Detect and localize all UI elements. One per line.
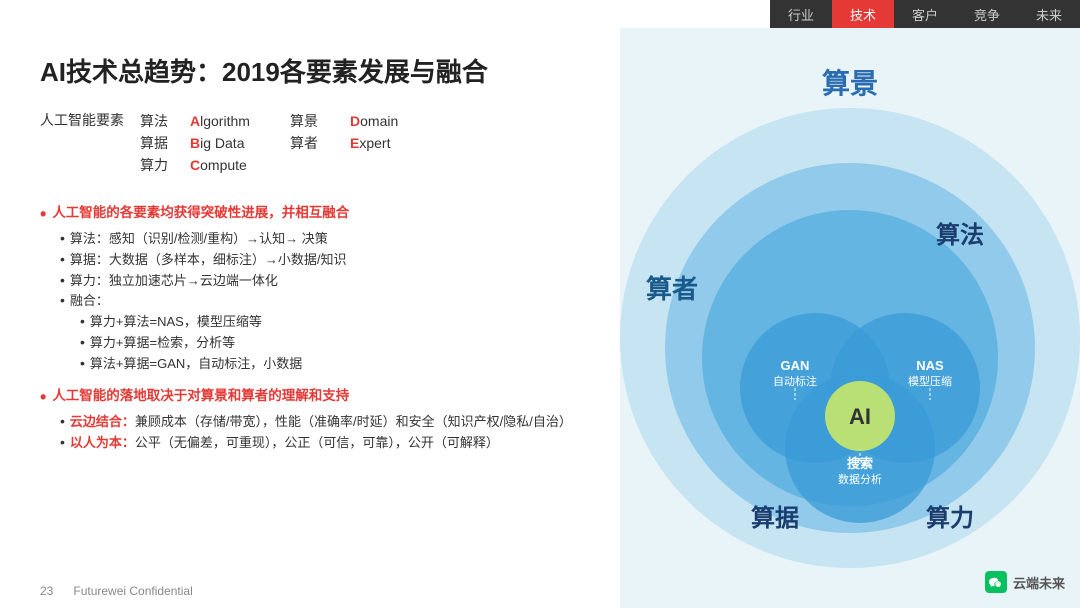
confidential-label: Futurewei Confidential (73, 584, 192, 598)
elem-en2-1: Domain (350, 113, 430, 129)
bullet-primary-1: 人工智能的各要素均获得突破性进展，并相互融合 (40, 202, 588, 227)
bullet-ter-1: 算力+算法=NAS，模型压缩等 (80, 312, 588, 333)
nav-item-future[interactable]: 未来 (1018, 0, 1080, 28)
svg-text:NAS: NAS (916, 358, 944, 373)
elem-zh-2: 算据 (140, 133, 190, 153)
svg-text:算力: 算力 (926, 504, 974, 532)
svg-text:GAN: GAN (781, 358, 810, 373)
diagram-container: 算景 算者 算法 AI GAN (620, 28, 1080, 608)
nav-item-customer[interactable]: 客户 (894, 0, 956, 28)
footer: 23 Futurewei Confidential (40, 584, 193, 598)
elem-zh-1: 算法 (140, 111, 190, 131)
bullet-ter-2: 算力+算据=检索，分析等 (80, 333, 588, 354)
watermark-text: 云端未来 (1013, 573, 1065, 592)
watermark: 云端未来 (985, 571, 1065, 593)
svg-text:算据: 算据 (751, 504, 799, 532)
bullet-ter-3: 算法+算据=GAN，自动标注，小数据 (80, 354, 588, 375)
nav-item-tech[interactable]: 技术 (832, 0, 894, 28)
content-section: 人工智能的各要素均获得突破性进展，并相互融合 算法：感知（识别/检测/重构）→认… (40, 194, 588, 588)
left-panel: AI技术总趋势：2019各要素发展与融合 人工智能要素 算法 Algorithm… (0, 28, 620, 608)
svg-text:数据分析: 数据分析 (838, 472, 882, 486)
nav-item-competition[interactable]: 竞争 (956, 0, 1018, 28)
svg-text:模型压缩: 模型压缩 (908, 374, 952, 388)
elem-zh2-1: 算景 (290, 111, 350, 131)
elements-label: 人工智能要素 (40, 110, 124, 176)
right-panel: 算景 算者 算法 AI GAN (620, 28, 1080, 608)
elem-en-2: Big Data (190, 135, 290, 151)
elements-table: 人工智能要素 算法 Algorithm 算景 Domain 算据 Big Dat… (40, 110, 588, 176)
svg-text:算景: 算景 (822, 67, 878, 99)
elements-grid: 算法 Algorithm 算景 Domain 算据 Big Data 算者 Ex… (140, 110, 430, 176)
bullet-primary-2: 人工智能的落地取决于对算景和算者的理解和支持 (40, 385, 588, 410)
top-navigation: 行业 技术 客户 竞争 未来 (770, 0, 1080, 28)
nav-item-industry[interactable]: 行业 (770, 0, 832, 28)
svg-text:自动标注: 自动标注 (773, 374, 817, 388)
svg-text:AI: AI (849, 404, 871, 429)
bullet-sec-1: 算法：感知（识别/检测/重构）→认知→ 决策 (60, 229, 588, 250)
bullet-sec-6: 以人为本：公平（无偏差，可重现），公正（可信，可靠），公开（可解释） (60, 433, 588, 454)
elem-en2-2: Expert (350, 135, 430, 151)
elem-zh2-2: 算者 (290, 133, 350, 153)
elem-zh-3: 算力 (140, 155, 190, 175)
svg-text:算法: 算法 (936, 221, 984, 249)
bullet-sec-5: 云边结合：兼顾成本（存储/带宽），性能（准确率/时延）和安全（知识产权/隐私/自… (60, 412, 588, 433)
bullet-sec-4: 融合： (60, 291, 588, 312)
page-number: 23 (40, 584, 53, 598)
elem-en-3: Compute (190, 157, 290, 173)
page-title: AI技术总趋势：2019各要素发展与融合 (40, 56, 588, 90)
bullet-sec-2: 算据：大数据（多样本，细标注）→小数据/知识 (60, 250, 588, 271)
svg-text:算者: 算者 (646, 274, 698, 304)
bullet-sec-3: 算力：独立加速芯片→云边端一体化 (60, 271, 588, 292)
wechat-icon (985, 571, 1007, 593)
elem-en-1: Algorithm (190, 113, 290, 129)
main-content: AI技术总趋势：2019各要素发展与融合 人工智能要素 算法 Algorithm… (0, 28, 1080, 608)
